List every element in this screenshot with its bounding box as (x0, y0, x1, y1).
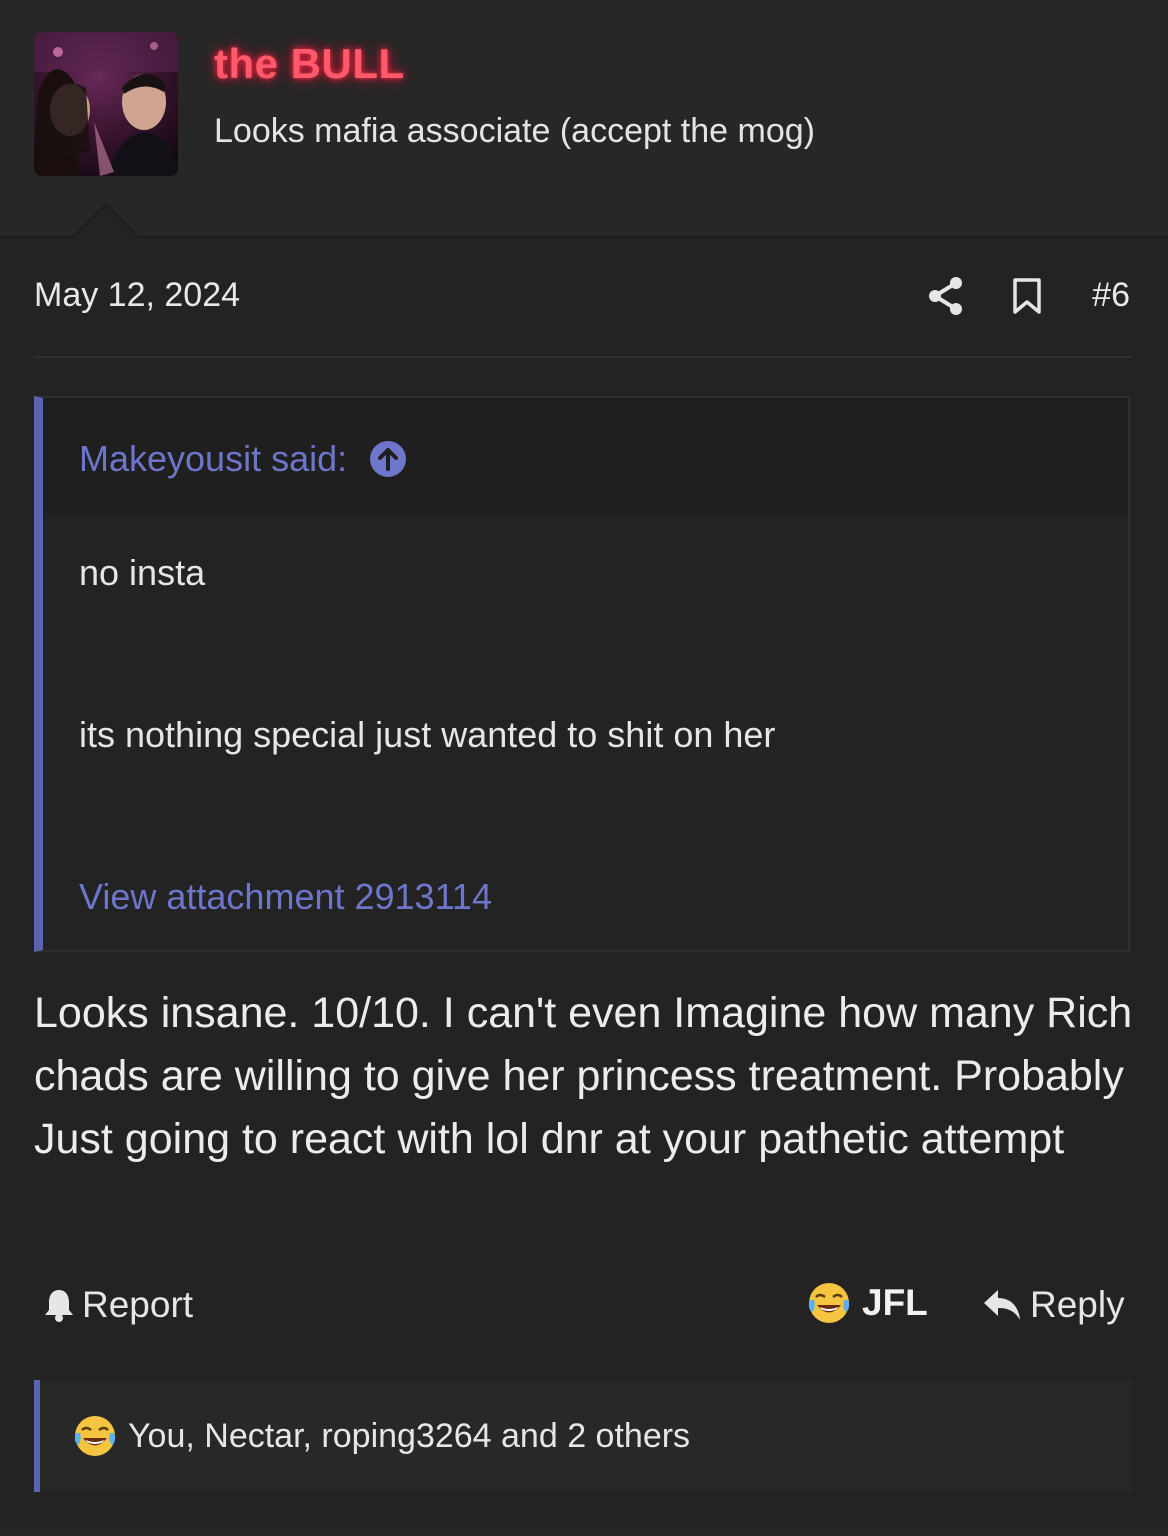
reactions-summary[interactable]: You, Nectar, roping3264 and 2 others (34, 1380, 1132, 1492)
bell-icon (45, 1290, 73, 1322)
laughing-crying-emoji-icon (74, 1416, 116, 1456)
quote-text-line: its nothing special just wanted to shit … (79, 714, 776, 755)
avatar[interactable] (34, 32, 178, 176)
quote-text-line: no insta (79, 552, 206, 593)
reply-arrow-icon (984, 1290, 1020, 1320)
avatar-photo (34, 32, 178, 176)
share-icon[interactable] (928, 276, 964, 316)
quote-block: Makeyousit said: no insta its nothing sp… (34, 396, 1130, 952)
quote-header: Makeyousit said: (43, 398, 1128, 514)
arrow-up-circle-icon[interactable] (369, 440, 407, 478)
laughing-crying-emoji-icon (808, 1283, 850, 1323)
post-divider (0, 1528, 1168, 1536)
user-title: Looks mafia associate (accept the mog) (214, 112, 815, 150)
bookmark-icon[interactable] (1012, 278, 1042, 314)
username[interactable]: the BULL (214, 40, 405, 88)
report-label: Report (82, 1284, 194, 1325)
reaction-button[interactable]: JFL (806, 1280, 928, 1326)
reply-label: Reply (1030, 1284, 1125, 1325)
post-number[interactable]: #6 (1092, 276, 1130, 315)
reaction-label: JFL (862, 1282, 928, 1323)
post-meta: May 12, 2024 #6 (34, 270, 1132, 330)
reply-button[interactable]: Reply (982, 1284, 1125, 1326)
meta-divider (34, 356, 1132, 358)
post-date[interactable]: May 12, 2024 (34, 276, 240, 315)
post-body: Looks insane. 10/10. I can't even Imagin… (34, 989, 1133, 1163)
header-pointer-inner (74, 206, 138, 238)
reactions-text[interactable]: You, Nectar, roping3264 and 2 others (128, 1417, 690, 1456)
forum-post: the BULL Looks mafia associate (accept t… (0, 0, 1168, 1536)
quote-author-label[interactable]: Makeyousit said: (79, 438, 347, 480)
report-button[interactable]: Report (42, 1284, 193, 1326)
attachment-link[interactable]: View attachment 2913114 (79, 876, 492, 918)
user-header: the BULL Looks mafia associate (accept t… (0, 0, 1168, 238)
quote-author[interactable]: Makeyousit said: (79, 438, 407, 480)
